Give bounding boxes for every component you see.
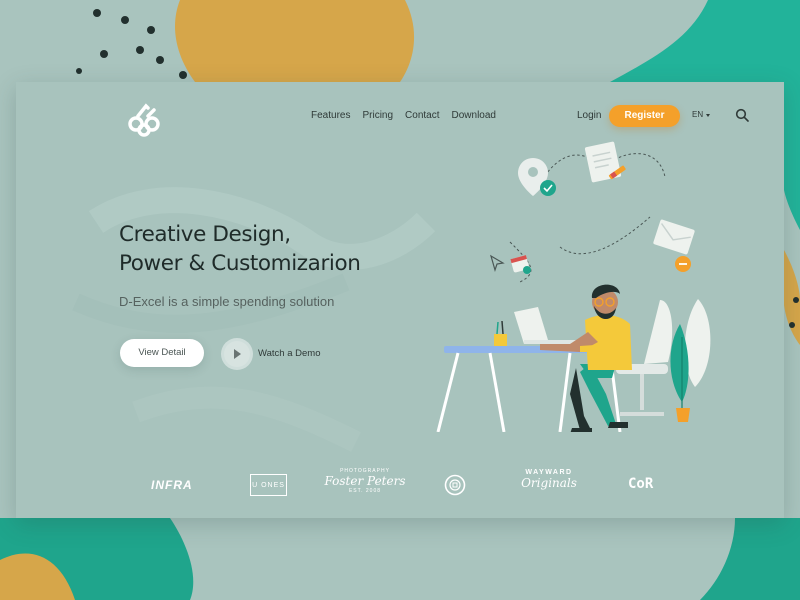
headline-line-2: Power & Customizarion [119,251,361,276]
calendar-icon [510,255,531,274]
hero-card: Features Pricing Contact Download Login … [16,82,784,518]
language-selector[interactable]: EN [692,110,711,119]
caret-down-icon [706,113,711,117]
play-button[interactable] [224,341,250,367]
brand-wayward-top: WAYWARD [525,469,573,476]
hero-subtitle: D-Excel is a simple spending solution [119,294,335,309]
nav-features[interactable]: Features [311,110,350,121]
laptop [514,307,578,344]
brand-foster-peters-name: Foster Peters [324,474,406,488]
brand-camera-mark-icon [444,474,466,496]
location-pin-icon [518,158,556,196]
search-icon[interactable] [735,108,749,122]
plant-decoration [670,299,711,422]
play-icon [234,349,241,359]
nav-contact[interactable]: Contact [405,110,439,121]
main-nav: Features Pricing Contact Download [311,110,508,121]
pencil-cup [494,320,507,346]
teal-blob-bottom-right [700,518,800,600]
register-button[interactable]: Register [609,105,680,127]
teal-blob-top-right [610,0,800,82]
brand-u-ones: U ONES [250,474,287,496]
brand-wayward-name: Originals [521,476,577,490]
view-detail-button[interactable]: View Detail [120,339,204,367]
brand-u-ones-text: U ONES [252,481,285,489]
cursor-icon [490,254,505,273]
watch-demo-link[interactable]: Watch a Demo [258,348,320,359]
login-link[interactable]: Login [577,110,601,121]
logo-mark-icon[interactable] [124,100,164,140]
hero-illustration [436,141,711,432]
brand-foster-peters-bottom: EST. 2008 [348,488,382,494]
brand-foster-peters: PHOTOGRAPHY Foster Peters EST. 2008 [322,468,408,494]
brand-logos: INFRA U ONES PHOTOGRAPHY Foster Peters E… [16,466,784,506]
brand-wayward-originals: WAYWARD Originals [516,469,582,491]
hero-headline: Creative Design, Power & Customizarion [119,220,449,278]
document-icon [584,141,626,183]
nav-download[interactable]: Download [452,110,496,121]
headline-line-1: Creative Design, [119,222,291,247]
teal-blob-right [784,82,800,230]
envelope-icon [653,219,695,272]
language-label: EN [692,110,704,119]
brand-cor: CoR [628,476,654,492]
nav-pricing[interactable]: Pricing [362,110,393,121]
brand-infra: INFRA [151,478,193,492]
mustard-blob-top [175,0,415,82]
